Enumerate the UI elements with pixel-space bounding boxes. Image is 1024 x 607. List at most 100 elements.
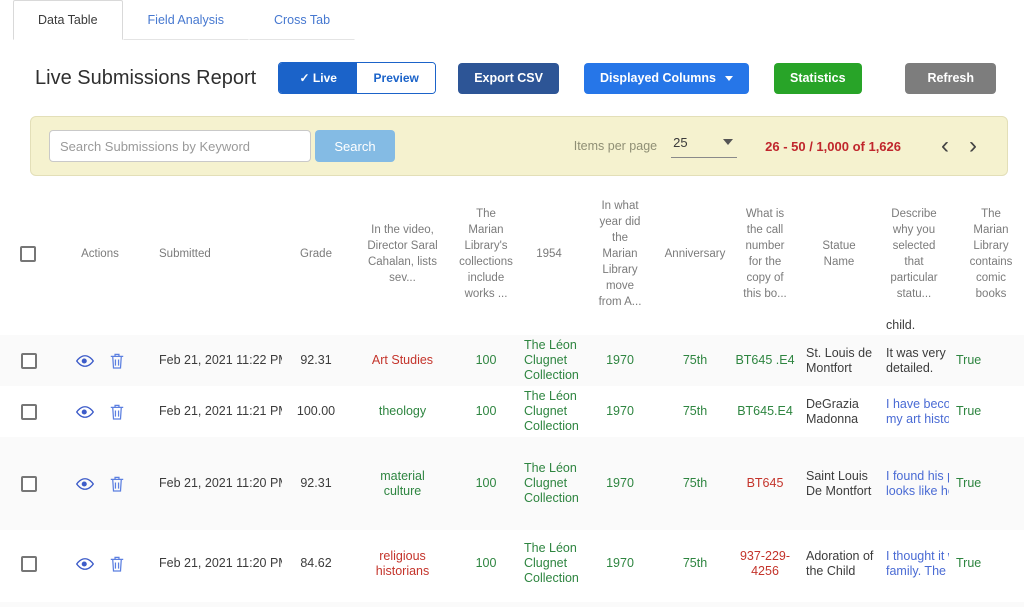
row-checkbox[interactable] bbox=[21, 353, 37, 369]
cell-q-call-number: BT645 .E4 bbox=[731, 353, 799, 368]
cell-statue-name: DeGrazia Madonna bbox=[799, 397, 879, 427]
table-row: Feb 21, 2021 11:20 PM84.62religious hist… bbox=[0, 530, 1024, 597]
cell-q-year-moved: 1970 bbox=[581, 353, 659, 368]
cell-q-describe-why[interactable]: I thought it wa family. The ac bbox=[879, 549, 949, 579]
chevron-down-icon bbox=[725, 76, 733, 81]
row-checkbox[interactable] bbox=[21, 476, 37, 492]
column-header-q-comic-books: The Marian Library contains comic books bbox=[949, 206, 1024, 302]
column-header-q-collections-include: The Marian Library's collections include… bbox=[455, 206, 517, 302]
cell-anniversary: 75th bbox=[659, 353, 731, 368]
view-icon[interactable] bbox=[76, 477, 94, 491]
prev-page-button[interactable]: ‹ bbox=[931, 136, 959, 156]
cell-submitted: Feb 21, 2021 11:22 PM bbox=[152, 353, 282, 368]
search-pagination-bar: Search Items per page 25 26 - 50 / 1,000… bbox=[30, 116, 1008, 176]
cell-statue-name: St. Louis de Montfort bbox=[799, 346, 879, 376]
cell-q-1954: The Léon Clugnet Collection bbox=[517, 461, 581, 506]
view-icon[interactable] bbox=[76, 354, 94, 368]
cell-q-call-number: BT645 bbox=[731, 476, 799, 491]
cell-q-describe-why[interactable]: I have becom my art history bbox=[879, 397, 949, 427]
check-icon: ✓ bbox=[300, 71, 310, 85]
cell-actions bbox=[48, 556, 152, 572]
cell-q-comic-books: True bbox=[949, 404, 1024, 419]
next-page-button[interactable]: › bbox=[959, 136, 987, 156]
search-input[interactable] bbox=[49, 130, 311, 162]
cell-grade: 100.00 bbox=[282, 404, 350, 419]
table-row: Feb 21, 2021 11:22 PM92.31Art Studies100… bbox=[0, 335, 1024, 386]
live-label: Live bbox=[313, 71, 337, 85]
results-range-text: 26 - 50 / 1,000 of 1,626 bbox=[765, 139, 901, 154]
submissions-table: ActionsSubmittedGradeIn the video, Direc… bbox=[0, 190, 1024, 607]
refresh-button[interactable]: Refresh bbox=[905, 63, 996, 94]
cell-q-comic-books: True bbox=[949, 476, 1024, 491]
column-header-q-call-number: What is the call number for the copy of … bbox=[731, 206, 799, 302]
view-icon[interactable] bbox=[76, 405, 94, 419]
export-csv-button[interactable]: Export CSV bbox=[458, 63, 559, 94]
column-header-q-1954: 1954 bbox=[517, 246, 581, 262]
column-header-statue-name: Statue Name bbox=[799, 238, 879, 270]
search-button[interactable]: Search bbox=[315, 130, 395, 162]
cell-q-video-director: religious historians bbox=[350, 549, 455, 579]
items-per-page-select[interactable]: 25 bbox=[671, 135, 737, 158]
column-header-anniversary: Anniversary bbox=[659, 246, 731, 262]
tab-data-table[interactable]: Data Table bbox=[13, 0, 123, 40]
delete-icon[interactable] bbox=[110, 476, 124, 492]
displayed-columns-button[interactable]: Displayed Columns bbox=[584, 63, 749, 94]
cell-q-year-moved: 1970 bbox=[581, 404, 659, 419]
cell-q-describe-why[interactable]: I found his pa looks like he i bbox=[879, 469, 949, 499]
cell-q-collections-include: 100 bbox=[455, 476, 517, 491]
cell-actions bbox=[48, 353, 152, 369]
cell-q-year-moved: 1970 bbox=[581, 476, 659, 491]
live-preview-toggle: ✓ Live Preview bbox=[278, 62, 436, 94]
chevron-down-icon bbox=[723, 139, 733, 145]
cell-q-video-director: theology bbox=[350, 404, 455, 419]
live-toggle-button[interactable]: ✓ Live bbox=[279, 63, 357, 93]
tab-cross-tab[interactable]: Cross Tab bbox=[249, 0, 355, 40]
row-checkbox[interactable] bbox=[21, 404, 37, 420]
row-checkbox[interactable] bbox=[21, 556, 37, 572]
cell-submitted: Feb 21, 2021 11:21 PM bbox=[152, 404, 282, 419]
cell-q-video-director: Art Studies bbox=[350, 353, 455, 368]
cell-q-1954: The Léon Clugnet Collection bbox=[517, 541, 581, 586]
cell-q-call-number: 937-229- 4256 bbox=[731, 549, 799, 579]
cell-q-1954: The Léon Clugnet Collection bbox=[517, 389, 581, 434]
displayed-columns-label: Displayed Columns bbox=[600, 71, 716, 85]
cell-q-describe-why: It was very detailed. bbox=[879, 346, 949, 376]
column-header-grade: Grade bbox=[282, 246, 350, 262]
tab-bar: Data Table Field Analysis Cross Tab bbox=[0, 0, 1024, 40]
cell-q-collections-include: 100 bbox=[455, 353, 517, 368]
cell-q-year-moved: 1970 bbox=[581, 556, 659, 571]
table-row: Feb 21, 2021 11:20 PM92.31material cultu… bbox=[0, 437, 1024, 530]
cell-actions bbox=[48, 404, 152, 420]
column-header-q-video-director: In the video, Director Saral Cahalan, li… bbox=[350, 222, 455, 286]
table-row: Feb 21, 2021 11:21 PM100.00theology100Th… bbox=[0, 386, 1024, 437]
delete-icon[interactable] bbox=[110, 404, 124, 420]
column-header-q-year-moved: In what year did the Marian Library move… bbox=[581, 198, 659, 310]
cell-q-1954: The Léon Clugnet Collection bbox=[517, 338, 581, 383]
statistics-button[interactable]: Statistics bbox=[774, 63, 862, 94]
cell-q-collections-include: 100 bbox=[455, 556, 517, 571]
select-all-checkbox[interactable] bbox=[20, 246, 36, 262]
cell-anniversary: 75th bbox=[659, 404, 731, 419]
cell-grade: 84.62 bbox=[282, 556, 350, 571]
toolbar: Live Submissions Report ✓ Live Preview E… bbox=[0, 40, 1024, 112]
column-header-actions: Actions bbox=[48, 246, 152, 262]
page-title: Live Submissions Report bbox=[35, 67, 256, 90]
cell-grade: 92.31 bbox=[282, 476, 350, 491]
cell-q-comic-books: True bbox=[949, 353, 1024, 368]
cell-q-comic-books: True bbox=[949, 556, 1024, 571]
cell-q-describe-why: child. bbox=[879, 318, 949, 333]
cell-anniversary: 75th bbox=[659, 556, 731, 571]
table-header-row: ActionsSubmittedGradeIn the video, Direc… bbox=[0, 190, 1024, 318]
partial-row: child. bbox=[0, 318, 1024, 335]
delete-icon[interactable] bbox=[110, 556, 124, 572]
cell-q-video-director: material culture bbox=[350, 469, 455, 499]
cell-statue-name: Saint Louis De Montfort bbox=[799, 469, 879, 499]
preview-toggle-button[interactable]: Preview bbox=[357, 63, 435, 93]
view-icon[interactable] bbox=[76, 557, 94, 571]
cell-submitted: Feb 21, 2021 11:20 PM bbox=[152, 476, 282, 491]
cell-actions bbox=[48, 476, 152, 492]
delete-icon[interactable] bbox=[110, 353, 124, 369]
tab-field-analysis[interactable]: Field Analysis bbox=[123, 0, 249, 40]
cell-q-collections-include: 100 bbox=[455, 404, 517, 419]
cell-submitted: Feb 21, 2021 11:20 PM bbox=[152, 556, 282, 571]
